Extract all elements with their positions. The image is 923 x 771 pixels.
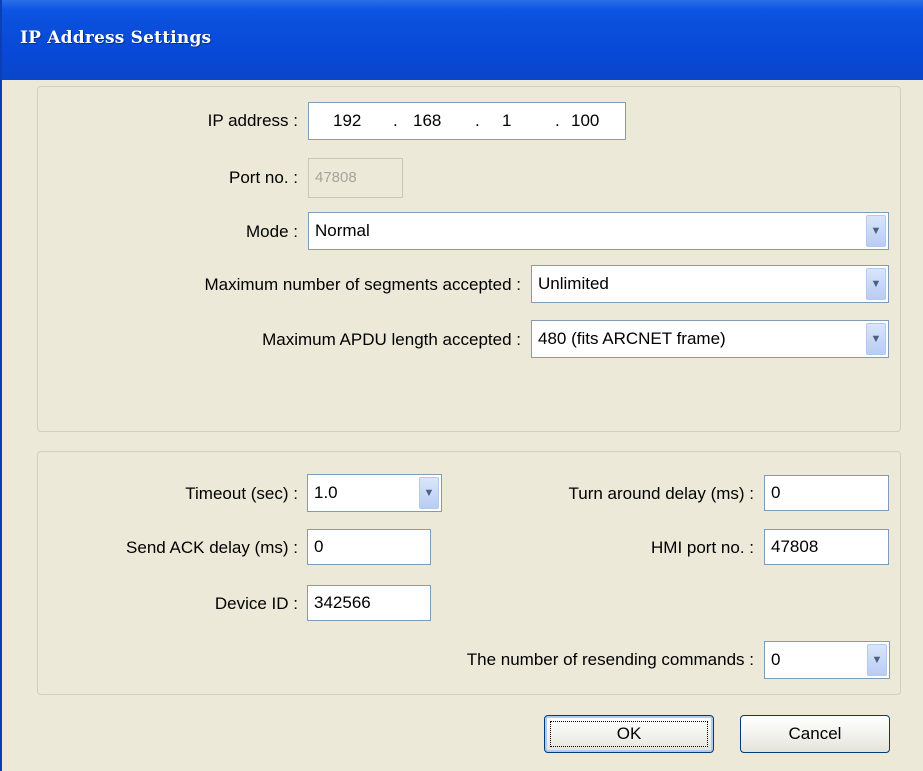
window-title: IP Address Settings: [20, 28, 212, 48]
mode-select[interactable]: Normal ▼: [308, 212, 889, 250]
timeout-label: Timeout (sec) :: [185, 484, 298, 503]
timeout-value: 1.0: [314, 483, 338, 502]
ip-dot-3: .: [555, 111, 560, 130]
apdu-value: 480 (fits ARCNET frame): [538, 329, 726, 348]
resend-value: 0: [771, 650, 781, 669]
chevron-down-icon[interactable]: ▼: [419, 477, 439, 509]
hmi-port-label: HMI port no. :: [651, 538, 754, 557]
timeout-select[interactable]: 1.0 ▼: [307, 474, 442, 512]
hmi-port-field[interactable]: 47808: [764, 529, 889, 565]
ip-address-label: IP address :: [207, 111, 298, 130]
ip-dot-2: .: [475, 111, 480, 130]
ip-octet-1[interactable]: 192: [333, 111, 361, 131]
segments-value: Unlimited: [538, 274, 609, 293]
cancel-button[interactable]: Cancel: [740, 715, 890, 753]
ok-button[interactable]: OK: [544, 715, 714, 753]
ip-dot-1: .: [393, 111, 398, 130]
port-field: 47808: [308, 158, 403, 198]
chevron-down-icon[interactable]: ▼: [866, 215, 886, 247]
port-label: Port no. :: [229, 168, 298, 187]
apdu-label: Maximum APDU length accepted :: [262, 330, 521, 349]
resend-label: The number of resending commands :: [466, 650, 754, 669]
chevron-down-icon[interactable]: ▼: [866, 323, 886, 355]
chevron-down-icon[interactable]: ▼: [867, 644, 887, 676]
device-id-label: Device ID :: [214, 594, 298, 613]
ack-delay-label: Send ACK delay (ms) :: [126, 538, 298, 557]
device-id-field[interactable]: 342566: [307, 585, 431, 621]
dialog-window: IP Address Settings IP address : 192 . 1…: [0, 0, 923, 771]
cancel-label: Cancel: [788, 724, 842, 743]
chevron-down-icon[interactable]: ▼: [866, 268, 886, 300]
ip-octet-4[interactable]: 100: [571, 111, 599, 131]
ip-octet-3[interactable]: 1: [502, 111, 511, 131]
apdu-select[interactable]: 480 (fits ARCNET frame) ▼: [531, 320, 889, 358]
title-bar[interactable]: IP Address Settings: [2, 0, 923, 80]
ack-delay-field[interactable]: 0: [307, 529, 431, 565]
ip-octet-2[interactable]: 168: [413, 111, 441, 131]
segments-select[interactable]: Unlimited ▼: [531, 265, 889, 303]
ip-address-input[interactable]: 192 . 168 . 1 . 100: [308, 102, 626, 140]
segments-label: Maximum number of segments accepted :: [204, 275, 521, 294]
mode-label: Mode :: [246, 222, 298, 241]
mode-value: Normal: [315, 221, 370, 240]
turn-around-field[interactable]: 0: [764, 475, 889, 511]
resend-select[interactable]: 0 ▼: [764, 641, 890, 679]
focus-ring: [550, 721, 708, 747]
turn-around-label: Turn around delay (ms) :: [568, 484, 755, 503]
